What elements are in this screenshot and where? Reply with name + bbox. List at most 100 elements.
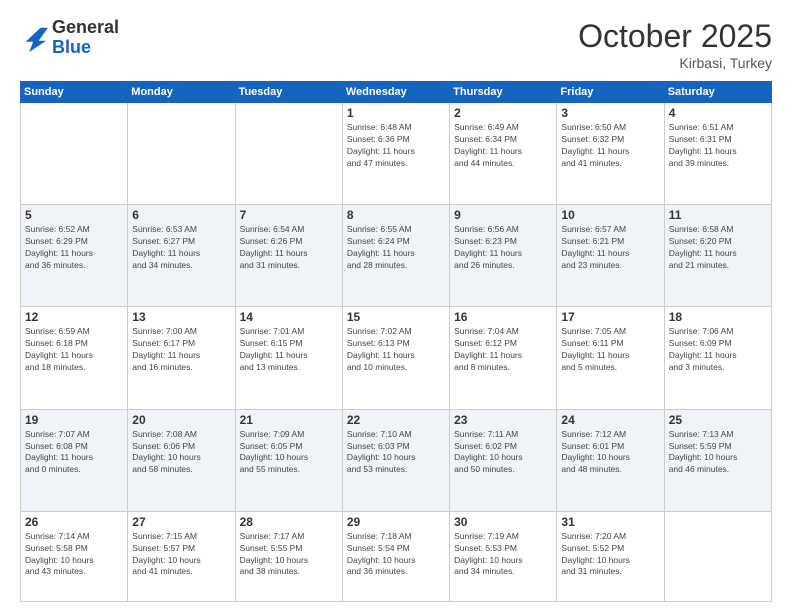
- calendar-week-1: 1 Sunrise: 6:48 AM Sunset: 6:36 PM Daylig…: [21, 103, 772, 205]
- day-number: 17: [561, 310, 659, 324]
- calendar-week-3: 12Sunrise: 6:59 AM Sunset: 6:18 PM Dayli…: [21, 307, 772, 409]
- day-number: 13: [132, 310, 230, 324]
- header: General Blue October 2025 Kirbasi, Turke…: [20, 18, 772, 71]
- day-number: 30: [454, 515, 552, 529]
- calendar-cell: 27 Sunrise: 7:15 AM Sunset: 5:57 PM Dayli…: [128, 511, 235, 601]
- calendar-cell: 24 Sunrise: 7:12 AM Sunset: 6:01 PM Dayli…: [557, 409, 664, 511]
- day-number: 9: [454, 208, 552, 222]
- calendar-cell: 28 Sunrise: 7:17 AM Sunset: 5:55 PM Dayli…: [235, 511, 342, 601]
- day-info: Sunrise: 7:06 AM Sunset: 6:09 PM Dayligh…: [669, 326, 767, 374]
- calendar-cell: 23Sunrise: 7:11 AM Sunset: 6:02 PM Dayli…: [450, 409, 557, 511]
- day-info: Sunrise: 6:58 AM Sunset: 6:20 PM Dayligh…: [669, 224, 767, 272]
- day-number: 27: [132, 515, 230, 529]
- day-info: Sunrise: 7:00 AM Sunset: 6:17 PM Dayligh…: [132, 326, 230, 374]
- day-info: Sunrise: 6:56 AM Sunset: 6:23 PM Dayligh…: [454, 224, 552, 272]
- location: Kirbasi, Turkey: [578, 55, 772, 71]
- calendar-cell: 4 Sunrise: 6:51 AM Sunset: 6:31 PM Daylig…: [664, 103, 771, 205]
- col-header-sunday: Sunday: [21, 82, 128, 103]
- calendar-header-row: SundayMondayTuesdayWednesdayThursdayFrid…: [21, 82, 772, 103]
- day-info: Sunrise: 6:55 AM Sunset: 6:24 PM Dayligh…: [347, 224, 445, 272]
- calendar-cell: 8 Sunrise: 6:55 AM Sunset: 6:24 PM Daylig…: [342, 205, 449, 307]
- day-info: Sunrise: 7:12 AM Sunset: 6:01 PM Dayligh…: [561, 429, 659, 477]
- day-info: Sunrise: 7:08 AM Sunset: 6:06 PM Dayligh…: [132, 429, 230, 477]
- col-header-tuesday: Tuesday: [235, 82, 342, 103]
- calendar-cell: 13 Sunrise: 7:00 AM Sunset: 6:17 PM Dayli…: [128, 307, 235, 409]
- calendar-cell: 21Sunrise: 7:09 AM Sunset: 6:05 PM Dayli…: [235, 409, 342, 511]
- day-number: 11: [669, 208, 767, 222]
- calendar-cell: 19Sunrise: 7:07 AM Sunset: 6:08 PM Dayli…: [21, 409, 128, 511]
- day-info: Sunrise: 7:13 AM Sunset: 5:59 PM Dayligh…: [669, 429, 767, 477]
- calendar-cell: 15 Sunrise: 7:02 AM Sunset: 6:13 PM Dayli…: [342, 307, 449, 409]
- day-number: 26: [25, 515, 123, 529]
- day-number: 31: [561, 515, 659, 529]
- day-number: 22: [347, 413, 445, 427]
- day-info: Sunrise: 7:05 AM Sunset: 6:11 PM Dayligh…: [561, 326, 659, 374]
- calendar-cell: 18 Sunrise: 7:06 AM Sunset: 6:09 PM Dayli…: [664, 307, 771, 409]
- day-info: Sunrise: 6:54 AM Sunset: 6:26 PM Dayligh…: [240, 224, 338, 272]
- calendar-cell: 16 Sunrise: 7:04 AM Sunset: 6:12 PM Dayli…: [450, 307, 557, 409]
- day-info: Sunrise: 6:48 AM Sunset: 6:36 PM Dayligh…: [347, 122, 445, 170]
- calendar-cell: 14Sunrise: 7:01 AM Sunset: 6:15 PM Dayli…: [235, 307, 342, 409]
- day-number: 15: [347, 310, 445, 324]
- calendar-cell: 20 Sunrise: 7:08 AM Sunset: 6:06 PM Dayli…: [128, 409, 235, 511]
- day-number: 2: [454, 106, 552, 120]
- day-info: Sunrise: 6:59 AM Sunset: 6:18 PM Dayligh…: [25, 326, 123, 374]
- col-header-wednesday: Wednesday: [342, 82, 449, 103]
- calendar-cell: [128, 103, 235, 205]
- calendar-cell: 6 Sunrise: 6:53 AM Sunset: 6:27 PM Daylig…: [128, 205, 235, 307]
- day-number: 4: [669, 106, 767, 120]
- col-header-thursday: Thursday: [450, 82, 557, 103]
- day-number: 10: [561, 208, 659, 222]
- col-header-saturday: Saturday: [664, 82, 771, 103]
- calendar-week-5: 26 Sunrise: 7:14 AM Sunset: 5:58 PM Dayli…: [21, 511, 772, 601]
- calendar-cell: [235, 103, 342, 205]
- day-info: Sunrise: 7:14 AM Sunset: 5:58 PM Dayligh…: [25, 531, 123, 579]
- calendar-cell: 1 Sunrise: 6:48 AM Sunset: 6:36 PM Daylig…: [342, 103, 449, 205]
- calendar-cell: 29Sunrise: 7:18 AM Sunset: 5:54 PM Dayli…: [342, 511, 449, 601]
- day-number: 28: [240, 515, 338, 529]
- day-number: 6: [132, 208, 230, 222]
- day-number: 3: [561, 106, 659, 120]
- calendar-cell: 10 Sunrise: 6:57 AM Sunset: 6:21 PM Dayli…: [557, 205, 664, 307]
- title-block: October 2025 Kirbasi, Turkey: [578, 18, 772, 71]
- day-number: 14: [240, 310, 338, 324]
- day-number: 19: [25, 413, 123, 427]
- day-info: Sunrise: 7:04 AM Sunset: 6:12 PM Dayligh…: [454, 326, 552, 374]
- calendar-cell: 11 Sunrise: 6:58 AM Sunset: 6:20 PM Dayli…: [664, 205, 771, 307]
- day-info: Sunrise: 7:17 AM Sunset: 5:55 PM Dayligh…: [240, 531, 338, 579]
- day-info: Sunrise: 6:49 AM Sunset: 6:34 PM Dayligh…: [454, 122, 552, 170]
- day-number: 18: [669, 310, 767, 324]
- logo-icon: [20, 24, 48, 52]
- day-info: Sunrise: 6:52 AM Sunset: 6:29 PM Dayligh…: [25, 224, 123, 272]
- day-info: Sunrise: 6:57 AM Sunset: 6:21 PM Dayligh…: [561, 224, 659, 272]
- calendar-cell: 12Sunrise: 6:59 AM Sunset: 6:18 PM Dayli…: [21, 307, 128, 409]
- calendar-cell: 2 Sunrise: 6:49 AM Sunset: 6:34 PM Daylig…: [450, 103, 557, 205]
- day-info: Sunrise: 7:09 AM Sunset: 6:05 PM Dayligh…: [240, 429, 338, 477]
- day-info: Sunrise: 6:51 AM Sunset: 6:31 PM Dayligh…: [669, 122, 767, 170]
- day-number: 5: [25, 208, 123, 222]
- day-info: Sunrise: 7:15 AM Sunset: 5:57 PM Dayligh…: [132, 531, 230, 579]
- calendar-cell: 30Sunrise: 7:19 AM Sunset: 5:53 PM Dayli…: [450, 511, 557, 601]
- calendar-cell: 25 Sunrise: 7:13 AM Sunset: 5:59 PM Dayli…: [664, 409, 771, 511]
- calendar-table: SundayMondayTuesdayWednesdayThursdayFrid…: [20, 81, 772, 602]
- logo-blue-text: Blue: [52, 37, 91, 57]
- day-number: 25: [669, 413, 767, 427]
- day-number: 20: [132, 413, 230, 427]
- month-title: October 2025: [578, 18, 772, 55]
- calendar-cell: [21, 103, 128, 205]
- page: General Blue October 2025 Kirbasi, Turke…: [0, 0, 792, 612]
- col-header-monday: Monday: [128, 82, 235, 103]
- calendar-cell: 22Sunrise: 7:10 AM Sunset: 6:03 PM Dayli…: [342, 409, 449, 511]
- day-number: 1: [347, 106, 445, 120]
- day-number: 8: [347, 208, 445, 222]
- calendar-cell: 26 Sunrise: 7:14 AM Sunset: 5:58 PM Dayli…: [21, 511, 128, 601]
- day-info: Sunrise: 6:53 AM Sunset: 6:27 PM Dayligh…: [132, 224, 230, 272]
- day-info: Sunrise: 7:02 AM Sunset: 6:13 PM Dayligh…: [347, 326, 445, 374]
- calendar-week-2: 5 Sunrise: 6:52 AM Sunset: 6:29 PM Daylig…: [21, 205, 772, 307]
- calendar-week-4: 19Sunrise: 7:07 AM Sunset: 6:08 PM Dayli…: [21, 409, 772, 511]
- day-number: 7: [240, 208, 338, 222]
- day-number: 23: [454, 413, 552, 427]
- day-number: 16: [454, 310, 552, 324]
- day-number: 24: [561, 413, 659, 427]
- calendar-cell: [664, 511, 771, 601]
